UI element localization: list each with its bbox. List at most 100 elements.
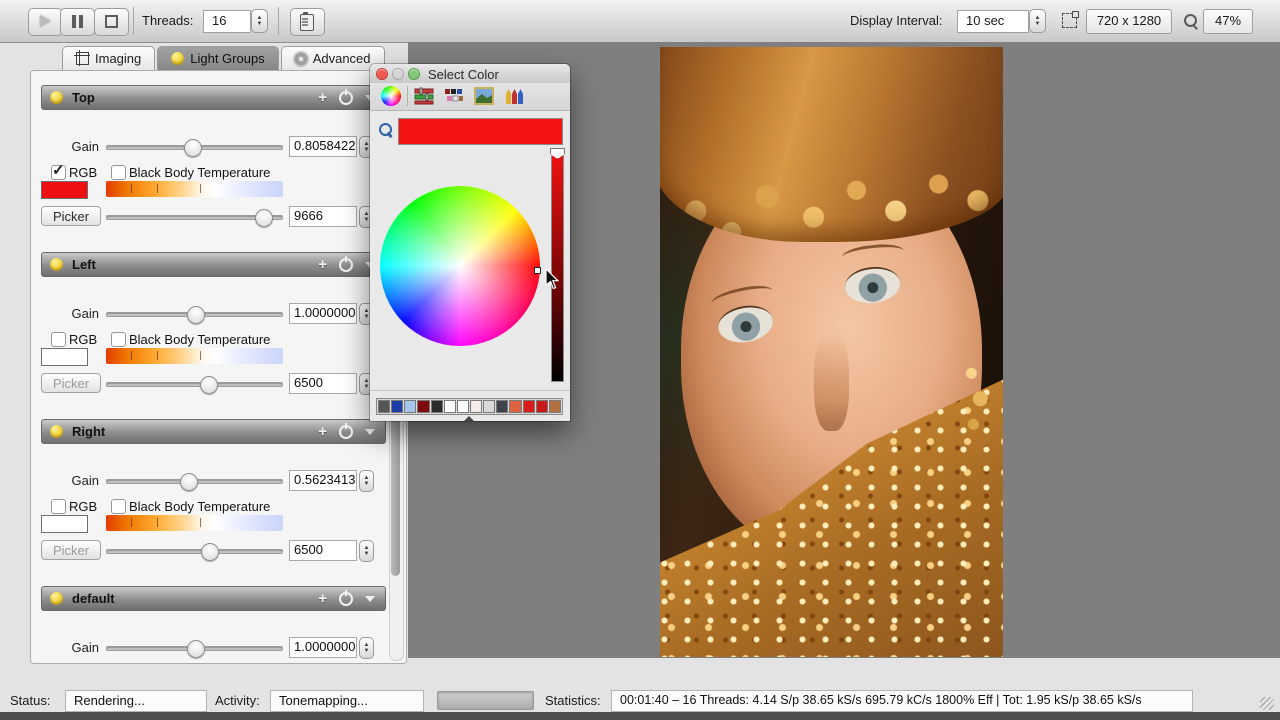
tab-light-groups[interactable]: Light Groups bbox=[157, 46, 278, 70]
gain-slider-thumb[interactable] bbox=[180, 473, 198, 491]
copy-button[interactable] bbox=[290, 8, 325, 36]
gain-slider[interactable] bbox=[106, 470, 283, 492]
gain-value[interactable]: 0.8058422 bbox=[289, 136, 357, 157]
statistics-value: 00:01:40 – 16 Threads: 4.14 S/p 38.65 kS… bbox=[611, 690, 1193, 712]
pause-button[interactable] bbox=[60, 8, 95, 36]
minimize-icon[interactable] bbox=[392, 68, 404, 80]
color-swatch[interactable] bbox=[523, 400, 535, 413]
image-palette-mode-icon[interactable] bbox=[474, 87, 494, 105]
color-swatch[interactable] bbox=[536, 400, 548, 413]
gain-stepper[interactable]: ▲▼ bbox=[359, 637, 374, 659]
gain-slider[interactable] bbox=[106, 303, 283, 325]
zoom-window-icon[interactable] bbox=[408, 68, 420, 80]
gain-slider[interactable] bbox=[106, 637, 283, 659]
color-swatch[interactable] bbox=[509, 400, 521, 413]
power-icon[interactable] bbox=[339, 592, 353, 606]
stop-button[interactable] bbox=[94, 8, 129, 36]
picker-slider-thumb[interactable] bbox=[255, 209, 273, 227]
color-wheel-marker[interactable] bbox=[534, 267, 541, 274]
gain-slider-thumb[interactable] bbox=[187, 640, 205, 658]
rgb-checkbox[interactable] bbox=[51, 165, 66, 180]
color-swatch[interactable] bbox=[378, 400, 390, 413]
color-swatch[interactable] bbox=[444, 400, 456, 413]
picker-slider-thumb[interactable] bbox=[200, 376, 218, 394]
picker-button[interactable]: Picker bbox=[41, 206, 101, 226]
gain-stepper[interactable]: ▲▼ bbox=[359, 470, 374, 492]
zoom-magnifier-icon[interactable] bbox=[1184, 14, 1197, 27]
color-search-icon[interactable] bbox=[379, 123, 392, 136]
color-swatch[interactable] bbox=[470, 400, 482, 413]
gain-label: Gain bbox=[46, 640, 99, 655]
group-color-swatch[interactable] bbox=[41, 348, 88, 366]
color-sliders-mode-icon[interactable] bbox=[414, 87, 434, 105]
picker-slider[interactable] bbox=[106, 540, 283, 562]
color-swatch[interactable] bbox=[496, 400, 508, 413]
color-swatch[interactable] bbox=[391, 400, 403, 413]
color-swatch[interactable] bbox=[431, 400, 443, 413]
gain-value[interactable]: 1.0000000 bbox=[289, 303, 357, 324]
tab-advanced[interactable]: Advanced bbox=[281, 46, 385, 70]
gain-slider[interactable] bbox=[106, 136, 283, 158]
picker-value[interactable]: 6500 bbox=[289, 373, 357, 394]
group-header[interactable]: Left + bbox=[41, 252, 386, 277]
drawer-resize-handle[interactable] bbox=[464, 416, 474, 421]
resize-grip[interactable] bbox=[1260, 697, 1274, 710]
power-icon[interactable] bbox=[339, 91, 353, 105]
chevron-down-icon[interactable] bbox=[365, 596, 375, 602]
add-icon[interactable]: + bbox=[318, 90, 327, 105]
gain-value[interactable]: 0.5623413 bbox=[289, 470, 357, 491]
picker-value[interactable]: 6500 bbox=[289, 540, 357, 561]
color-wheel[interactable] bbox=[380, 186, 540, 346]
color-palettes-mode-icon[interactable] bbox=[444, 87, 464, 105]
bbt-checkbox[interactable] bbox=[111, 332, 126, 347]
color-swatch[interactable] bbox=[404, 400, 416, 413]
display-interval-input[interactable]: 10 sec bbox=[957, 10, 1029, 33]
group-color-swatch[interactable] bbox=[41, 181, 88, 199]
rgb-checkbox[interactable] bbox=[51, 499, 66, 514]
bbt-checkbox[interactable] bbox=[111, 165, 126, 180]
blackbody-gradient[interactable] bbox=[106, 515, 283, 531]
tab-imaging[interactable]: Imaging bbox=[62, 46, 155, 70]
close-icon[interactable] bbox=[376, 68, 388, 80]
picker-slider[interactable] bbox=[106, 206, 283, 228]
gain-slider-thumb[interactable] bbox=[187, 306, 205, 324]
gain-slider-thumb[interactable] bbox=[184, 139, 202, 157]
picker-value[interactable]: 9666 bbox=[289, 206, 357, 227]
zoom-level-display[interactable]: 47% bbox=[1203, 9, 1253, 34]
group-header[interactable]: default + bbox=[41, 586, 386, 611]
bbt-checkbox[interactable] bbox=[111, 499, 126, 514]
gain-value[interactable]: 1.0000000 bbox=[289, 637, 357, 658]
select-color-dialog: Select Color bbox=[370, 64, 570, 421]
threads-stepper[interactable]: ▲▼ bbox=[251, 9, 268, 33]
add-icon[interactable]: + bbox=[318, 591, 327, 606]
color-swatch[interactable] bbox=[417, 400, 429, 413]
display-interval-stepper[interactable]: ▲▼ bbox=[1029, 9, 1046, 33]
play-button[interactable] bbox=[28, 8, 63, 36]
color-swatch[interactable] bbox=[457, 400, 469, 413]
picker-button[interactable]: Picker bbox=[41, 540, 101, 560]
activity-label: Activity: bbox=[215, 693, 260, 708]
power-icon[interactable] bbox=[339, 425, 353, 439]
add-icon[interactable]: + bbox=[318, 257, 327, 272]
color-swatch[interactable] bbox=[483, 400, 495, 413]
rgb-checkbox[interactable] bbox=[51, 332, 66, 347]
picker-button[interactable]: Picker bbox=[41, 373, 101, 393]
brightness-slider[interactable] bbox=[551, 150, 564, 382]
crayons-mode-icon[interactable] bbox=[504, 87, 524, 105]
dialog-titlebar[interactable]: Select Color bbox=[370, 64, 570, 84]
threads-input[interactable]: 16 bbox=[203, 10, 251, 33]
group-color-swatch[interactable] bbox=[41, 515, 88, 533]
group-header[interactable]: Top + bbox=[41, 85, 386, 110]
power-icon[interactable] bbox=[339, 258, 353, 272]
color-wheel-mode-icon[interactable] bbox=[381, 86, 401, 106]
resize-icon[interactable] bbox=[1062, 13, 1077, 28]
picker-slider-thumb[interactable] bbox=[201, 543, 219, 561]
picker-slider[interactable] bbox=[106, 373, 283, 395]
add-icon[interactable]: + bbox=[318, 424, 327, 439]
color-swatch[interactable] bbox=[549, 400, 561, 413]
blackbody-gradient[interactable] bbox=[106, 181, 283, 197]
picker-stepper[interactable]: ▲▼ bbox=[359, 540, 374, 562]
group-header[interactable]: Right + bbox=[41, 419, 386, 444]
blackbody-gradient[interactable] bbox=[106, 348, 283, 364]
chevron-down-icon[interactable] bbox=[365, 429, 375, 435]
